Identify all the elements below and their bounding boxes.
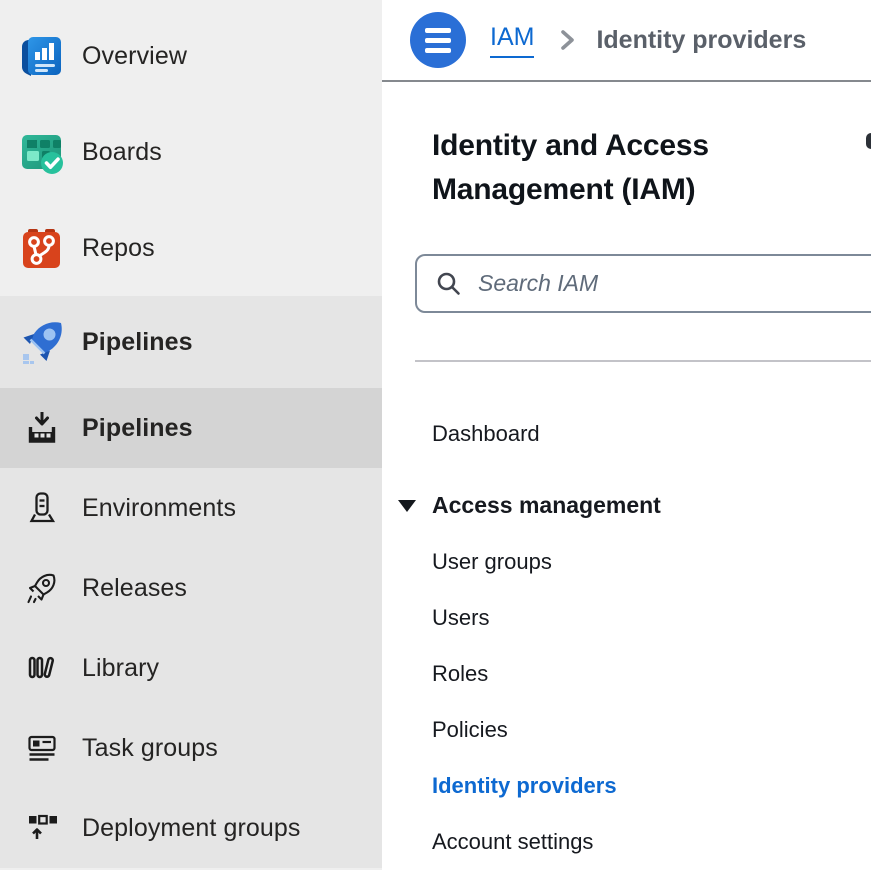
breadcrumb-chevron-icon xyxy=(556,26,578,54)
sidebar-item-repos[interactable]: Repos xyxy=(0,200,382,296)
sidebar-item-pipelines-builds[interactable]: Pipelines xyxy=(0,388,382,468)
iam-nav-list: Dashboard Access management User groups … xyxy=(432,406,871,870)
sidebar-item-label: Library xyxy=(82,654,159,683)
sidebar-item-deployment-groups[interactable]: Deployment groups xyxy=(0,788,382,868)
boards-icon xyxy=(14,124,70,180)
sidebar-item-pipelines[interactable]: Pipelines xyxy=(0,296,382,388)
iam-side-nav: Identity and Access Management (IAM) Das… xyxy=(382,124,871,870)
nav-section-access-management[interactable]: Access management xyxy=(432,476,871,534)
sidebar-item-label: Pipelines xyxy=(82,414,193,443)
nav-item-account-settings[interactable]: Account settings xyxy=(432,814,871,870)
pipelines-expanded-group: Pipelines Pipelines xyxy=(0,296,382,868)
nav-divider xyxy=(415,360,871,362)
breadcrumb-bar: IAM Identity providers xyxy=(382,0,871,82)
hamburger-menu-button[interactable] xyxy=(410,12,466,68)
sidebar-item-environments[interactable]: Environments xyxy=(0,468,382,548)
library-icon xyxy=(14,640,70,696)
sidebar-item-label: Pipelines xyxy=(82,328,193,357)
sidebar-item-label: Deployment groups xyxy=(82,814,301,843)
project-sidebar: Overview xyxy=(0,0,382,870)
pipelines-builds-icon xyxy=(14,400,70,456)
nav-item-user-groups[interactable]: User groups xyxy=(432,534,871,590)
nav-item-policies[interactable]: Policies xyxy=(432,702,871,758)
breadcrumb-current: Identity providers xyxy=(596,26,806,55)
sidebar-item-label: Task groups xyxy=(82,734,218,763)
repos-icon xyxy=(14,220,70,276)
nav-item-identity-providers[interactable]: Identity providers xyxy=(432,758,871,814)
sidebar-item-task-groups[interactable]: Task groups xyxy=(0,708,382,788)
overview-icon xyxy=(14,28,70,84)
sidebar-item-label: Boards xyxy=(82,138,162,167)
sidebar-item-releases[interactable]: Releases xyxy=(0,548,382,628)
sidebar-item-label: Releases xyxy=(82,574,187,603)
environments-icon xyxy=(14,480,70,536)
search-icon xyxy=(435,270,462,297)
releases-rocket-icon xyxy=(14,560,70,616)
breadcrumb-link-iam[interactable]: IAM xyxy=(490,23,534,58)
sidebar-item-overview[interactable]: Overview xyxy=(0,8,382,104)
sidebar-item-library[interactable]: Library xyxy=(0,628,382,708)
nav-item-users[interactable]: Users xyxy=(432,590,871,646)
page-title: Identity and Access Management (IAM) xyxy=(432,124,767,212)
task-groups-icon xyxy=(14,720,70,776)
hamburger-menu-icon xyxy=(425,28,451,33)
nav-item-dashboard[interactable]: Dashboard xyxy=(432,406,871,462)
app-window: Overview xyxy=(0,0,871,870)
search-input[interactable] xyxy=(478,270,778,297)
iam-console-panel: IAM Identity providers Identity and Acce… xyxy=(382,0,871,870)
nav-item-roles[interactable]: Roles xyxy=(432,646,871,702)
section-collapse-caret-icon[interactable] xyxy=(398,500,416,512)
deployment-groups-icon xyxy=(14,800,70,856)
sidebar-item-label: Repos xyxy=(82,234,155,263)
pipelines-rocket-icon xyxy=(14,314,70,370)
sidebar-item-boards[interactable]: Boards xyxy=(0,104,382,200)
sidebar-item-label: Overview xyxy=(82,42,187,71)
panel-collapse-icon[interactable] xyxy=(866,133,871,149)
nav-section-label: Access management xyxy=(432,492,661,519)
iam-search-box[interactable] xyxy=(415,254,871,313)
sidebar-item-label: Environments xyxy=(82,494,236,523)
